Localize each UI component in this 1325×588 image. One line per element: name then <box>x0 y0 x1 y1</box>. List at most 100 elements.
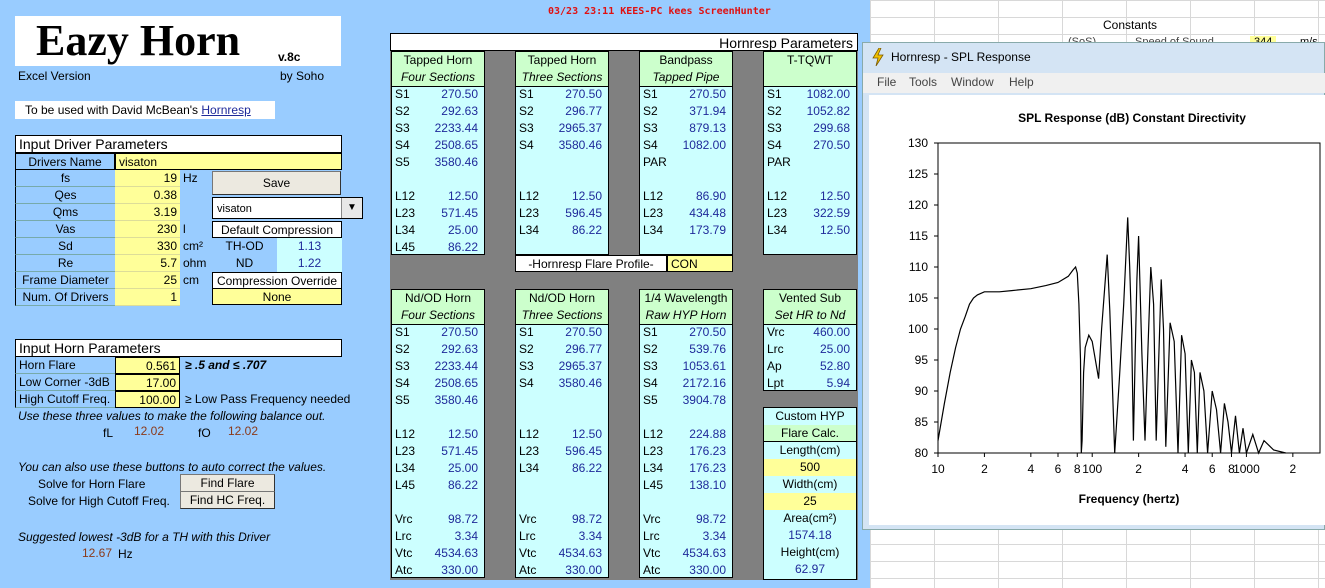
driver-param-input[interactable]: 230 <box>115 221 180 238</box>
param-key: S3 <box>395 359 410 373</box>
find-flare-button[interactable]: Find Flare <box>180 474 275 492</box>
param-row: L45 86.22 <box>392 477 484 494</box>
param-key: Ap <box>767 359 782 373</box>
hornresp-link[interactable]: Hornresp <box>201 103 250 117</box>
driver-param-input[interactable]: 330 <box>115 238 180 255</box>
param-value: 3580.46 <box>558 376 602 390</box>
lightning-icon <box>871 47 885 67</box>
driver-param-unit: ohm <box>183 256 207 270</box>
driver-param-input[interactable]: 19 <box>115 170 180 187</box>
param-row: L23 176.23 <box>640 443 732 460</box>
param-row: S2 292.63 <box>392 103 484 120</box>
param-key: L23 <box>643 444 664 458</box>
param-row: L23 434.48 <box>640 205 732 222</box>
driver-param-input[interactable]: 0.38 <box>115 187 180 204</box>
param-key: L34 <box>767 223 788 237</box>
param-key: Vtc <box>643 546 661 560</box>
compression-override-value[interactable]: None <box>212 289 342 305</box>
suggest-unit: Hz <box>118 547 133 561</box>
param-value: 98.72 <box>695 512 726 526</box>
chevron-down-icon[interactable]: ▼ <box>341 198 362 218</box>
param-row: S3 2965.37 <box>516 120 608 137</box>
param-row: Lrc 3.34 <box>392 528 484 545</box>
param-value: 270.50 <box>813 138 850 152</box>
param-key: S2 <box>519 342 534 356</box>
menu-window[interactable]: Window <box>951 75 994 89</box>
driver-param-label: Num. Of Drivers <box>15 289 115 306</box>
param-key: L34 <box>643 223 664 237</box>
param-key: S3 <box>519 359 534 373</box>
driver-combo[interactable]: visaton ▼ <box>212 197 363 219</box>
column-title: Tapped Horn <box>392 52 484 70</box>
param-row: L34 176.23 <box>640 460 732 477</box>
horn-param-label: Horn Flare <box>15 357 115 374</box>
param-key: Vtc <box>519 546 537 560</box>
param-row: S3 299.68 <box>764 120 856 137</box>
param-value: 330.00 <box>441 563 478 577</box>
x-tick-label: 2 <box>1135 462 1142 476</box>
param-row: S5 3904.78 <box>640 392 732 409</box>
thod-value: 1.13 <box>277 238 342 255</box>
param-row: S3 2233.44 <box>392 358 484 375</box>
custom-width-value[interactable]: 25 <box>764 493 856 510</box>
save-button[interactable]: Save <box>212 171 341 195</box>
param-value: 434.48 <box>689 206 726 220</box>
param-key: Lrc <box>643 529 660 543</box>
param-value: 322.59 <box>813 206 850 220</box>
driver-param-label: Qms <box>15 204 115 221</box>
param-key: S2 <box>767 104 782 118</box>
constants-title: Constants <box>1103 18 1158 32</box>
flare-profile-value[interactable]: CON <box>667 255 733 272</box>
driver-param-input[interactable]: 5.7 <box>115 255 180 272</box>
find-hc-button[interactable]: Find HC Freq. <box>180 491 275 509</box>
menu-help[interactable]: Help <box>1009 75 1034 89</box>
param-row <box>392 494 484 511</box>
x-tick-label: 8 <box>1074 462 1081 476</box>
param-value: 1082.00 <box>806 87 850 101</box>
param-row: L23 596.45 <box>516 443 608 460</box>
param-value: 296.77 <box>565 104 602 118</box>
horn-param-input[interactable]: 100.00 <box>115 391 180 408</box>
param-row: S1 270.50 <box>516 86 608 103</box>
driver-param-input[interactable]: 25 <box>115 272 180 289</box>
spl-response-window[interactable]: Hornresp - SPL Response File Tools Windo… <box>862 42 1325 530</box>
param-value: 25.00 <box>447 461 478 475</box>
param-row: S5 3580.46 <box>392 392 484 409</box>
driver-param-input[interactable]: 3.19 <box>115 204 180 221</box>
param-key: S5 <box>643 393 658 407</box>
param-row: Vtc 4534.63 <box>392 545 484 562</box>
param-key: L45 <box>395 478 416 492</box>
x-tick-label: 1000 <box>1233 462 1260 476</box>
menu-tools[interactable]: Tools <box>909 75 937 89</box>
driver-name-input[interactable]: visaton <box>115 153 342 170</box>
hornresp-column: T-TQWT S1 1082.00 S2 1052.82 S3 299.68 S4 270.50… <box>763 51 857 255</box>
hornresp-column: Tapped Horn Three Sections S1 270.50 S2 296.7… <box>515 51 609 255</box>
solve-hc-label: Solve for High Cutoff Freq. <box>28 494 170 508</box>
param-value: 224.88 <box>689 427 726 441</box>
x-tick-label: 4 <box>1028 462 1035 476</box>
param-row: S1 270.50 <box>640 86 732 103</box>
param-row <box>516 154 608 171</box>
param-key: L23 <box>643 206 664 220</box>
param-row: L23 322.59 <box>764 205 856 222</box>
custom-length-value[interactable]: 500 <box>764 459 856 476</box>
menu-file[interactable]: File <box>877 75 896 89</box>
param-value: 176.23 <box>689 444 726 458</box>
nd-label: ND <box>235 256 254 270</box>
param-value: 270.50 <box>441 87 478 101</box>
param-row: S3 1053.61 <box>640 358 732 375</box>
param-value: 5.94 <box>826 376 850 390</box>
thod-label: TH-OD <box>225 239 264 253</box>
horn-param-input[interactable]: 0.561 <box>115 357 180 374</box>
param-key: Vrc <box>519 512 537 526</box>
param-value: 371.94 <box>689 104 726 118</box>
param-value: 2233.44 <box>434 121 478 135</box>
param-row: L23 596.45 <box>516 205 608 222</box>
param-value: 138.10 <box>689 478 726 492</box>
param-key: L23 <box>519 444 540 458</box>
fl-label: fL <box>103 426 114 440</box>
driver-param-input[interactable]: 1 <box>115 289 180 306</box>
param-key: L12 <box>767 189 788 203</box>
horn-param-input[interactable]: 17.00 <box>115 374 180 391</box>
param-key: S2 <box>643 104 658 118</box>
